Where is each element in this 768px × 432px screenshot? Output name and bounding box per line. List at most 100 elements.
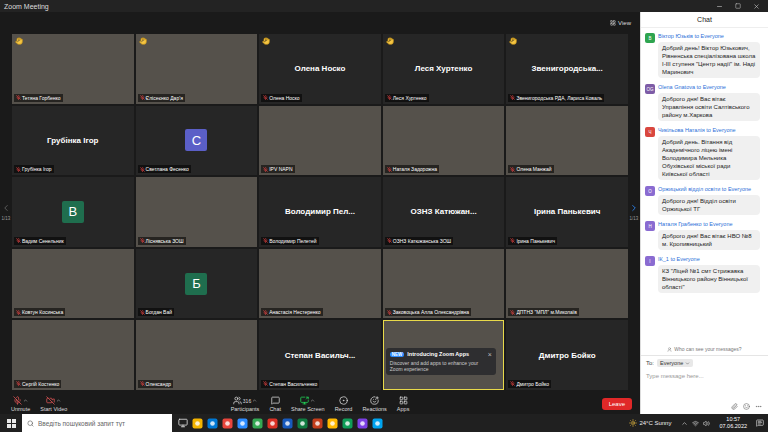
close-icon[interactable] <box>753 3 760 10</box>
chat-message: ІІК_1 to EveryoneКЗ "Ліцей №1 смт Стрижа… <box>645 256 764 293</box>
chat-sender[interactable]: Наталя Грабенко to Everyone <box>658 221 760 228</box>
weather[interactable]: 24°C Sunny <box>623 419 677 427</box>
chat-sender[interactable]: ІК_1 to Everyone <box>658 256 760 263</box>
task-view-icon[interactable] <box>178 418 188 428</box>
chat-bubble: Добрий день! Віктор Юзькович, Рівненська… <box>658 42 760 78</box>
app-icon[interactable] <box>267 418 278 429</box>
tray-expand-icon[interactable] <box>681 420 688 427</box>
participant-label: Наталя Задорожна <box>385 165 439 173</box>
app-icon[interactable] <box>327 418 338 429</box>
new-badge: NEW <box>390 352 405 357</box>
chat-avatar: Н <box>645 221 655 231</box>
chat-sender[interactable]: Оржицький відділ освіти to Everyone <box>658 186 760 193</box>
toolbar-button[interactable]: Reactions <box>359 396 389 412</box>
toolbar-button[interactable]: Share Screen <box>288 396 328 412</box>
app-icon[interactable] <box>237 418 248 429</box>
chat-avatar: О <box>645 186 655 196</box>
toolbar-label: Start Video <box>40 406 67 412</box>
muted-mic-icon <box>16 381 21 386</box>
recipient-dropdown[interactable]: Everyone <box>657 359 693 367</box>
volume-icon[interactable] <box>703 420 710 427</box>
minimize-icon[interactable] <box>716 3 723 10</box>
start-button[interactable] <box>0 414 22 432</box>
muted-mic-icon <box>510 310 515 315</box>
muted-mic-icon <box>16 238 21 243</box>
toolbar-button[interactable]: Start Video <box>37 396 70 412</box>
toolbar-button[interactable]: Chat <box>266 396 284 412</box>
search-input[interactable] <box>38 420 167 427</box>
caret-up-icon[interactable] <box>56 398 61 403</box>
toolbar-button[interactable]: Record <box>332 396 356 412</box>
popup-title: Introducing Zoom Apps <box>407 351 469 357</box>
app-icon[interactable] <box>297 418 308 429</box>
notifications-icon[interactable] <box>756 419 764 427</box>
next-page-button[interactable] <box>629 203 639 213</box>
participant-tile: NEWIntroducing Zoom Apps×Discover and ad… <box>383 320 505 390</box>
app-icon[interactable] <box>207 418 218 429</box>
view-button[interactable]: View <box>607 18 634 28</box>
maximize-icon[interactable] <box>735 3 741 9</box>
video-off-icon <box>46 396 55 405</box>
mic-off-icon <box>13 396 22 405</box>
participant-tile: Наталя Задорожна <box>383 106 505 176</box>
privacy-note[interactable]: Who can see your messages? <box>641 343 768 355</box>
chat-message-body: Чикільова Наталія to EveryoneДобрий день… <box>658 127 760 180</box>
app-icon[interactable] <box>342 418 353 429</box>
window-controls <box>716 3 768 10</box>
caret-up-icon[interactable] <box>252 398 257 403</box>
chat-sender[interactable]: Чикільова Наталія to Everyone <box>658 127 760 134</box>
chat-avatar: В <box>645 33 655 43</box>
chat-message: OGOlena Gnatova to EveryoneДоброго дня! … <box>645 84 764 121</box>
message-input[interactable] <box>641 370 768 400</box>
participant-tile: Тетяна Горбенко <box>12 34 134 104</box>
participant-tile: Леся ХуртенкоЛеся Хуртенко <box>383 34 505 104</box>
file-icon[interactable] <box>731 403 738 410</box>
toolbar-button[interactable]: Unmute <box>8 396 33 412</box>
participant-tile: BВадим Сенельник <box>12 177 134 247</box>
toolbar-icon-row <box>46 396 61 405</box>
prev-page-button[interactable] <box>1 203 11 213</box>
app-icon[interactable] <box>357 418 368 429</box>
leave-button[interactable]: Leave <box>602 398 632 410</box>
emoji-icon[interactable] <box>743 403 750 410</box>
toolbar-button[interactable]: Apps <box>394 396 413 412</box>
participant-tile: Єлісеєнко Дар'я <box>136 34 258 104</box>
participant-label: Светлана Фесенко <box>138 165 191 173</box>
caret-up-icon[interactable] <box>23 398 28 403</box>
chat-avatar: І <box>645 256 655 266</box>
toolbar-right: Leave <box>412 398 632 410</box>
chat-message: ООржицький відділ освіти to EveryoneДобр… <box>645 186 764 215</box>
chat-sender[interactable]: Віктор Юзьків to Everyone <box>658 33 760 40</box>
toolbar-icon-row <box>300 396 315 405</box>
notification-area <box>752 419 768 427</box>
hand-badge <box>139 37 147 45</box>
caret-up-icon[interactable] <box>310 398 315 403</box>
muted-mic-icon <box>16 167 21 172</box>
participant-tile: Олена НоскоОлена Носко <box>259 34 381 104</box>
toolbar-button[interactable]: 316Participants <box>228 396 263 412</box>
clock[interactable]: 10:5707.06.2022 <box>714 416 752 430</box>
app-icon[interactable] <box>222 418 233 429</box>
muted-mic-icon <box>510 167 515 172</box>
screen: Zoom MeetingView1/13Тетяна ГорбенкоЄлісе… <box>0 0 768 432</box>
chat-sender[interactable]: Olena Gnatova to Everyone <box>658 84 760 91</box>
participant-label: Заковоцька Алла Олександрівна <box>385 308 471 316</box>
app-icon[interactable] <box>192 418 203 429</box>
app-icon[interactable] <box>282 418 293 429</box>
app-icon[interactable] <box>312 418 323 429</box>
participant-name: Звенигородська... <box>532 64 603 73</box>
app-icon[interactable] <box>252 418 263 429</box>
participant-tile: Олена Манжай <box>506 106 628 176</box>
toolbar-label: Record <box>335 406 353 412</box>
popup-close-button[interactable]: × <box>488 351 492 358</box>
chat-header: Chat <box>641 12 768 28</box>
participant-avatar: C <box>185 129 207 151</box>
page-label: 1/13 <box>630 216 639 221</box>
more-icon[interactable] <box>755 403 762 410</box>
toolbar-icon-row <box>271 396 280 405</box>
network-icon[interactable] <box>692 420 699 427</box>
chat-message-body: Оржицький відділ освіти to EveryoneДобро… <box>658 186 760 215</box>
video-stage: View1/13Тетяна ГорбенкоЄлісеєнко Дар'яОл… <box>0 12 640 414</box>
app-icon[interactable] <box>372 418 383 429</box>
participant-tile: Заковоцька Алла Олександрівна <box>383 249 505 319</box>
